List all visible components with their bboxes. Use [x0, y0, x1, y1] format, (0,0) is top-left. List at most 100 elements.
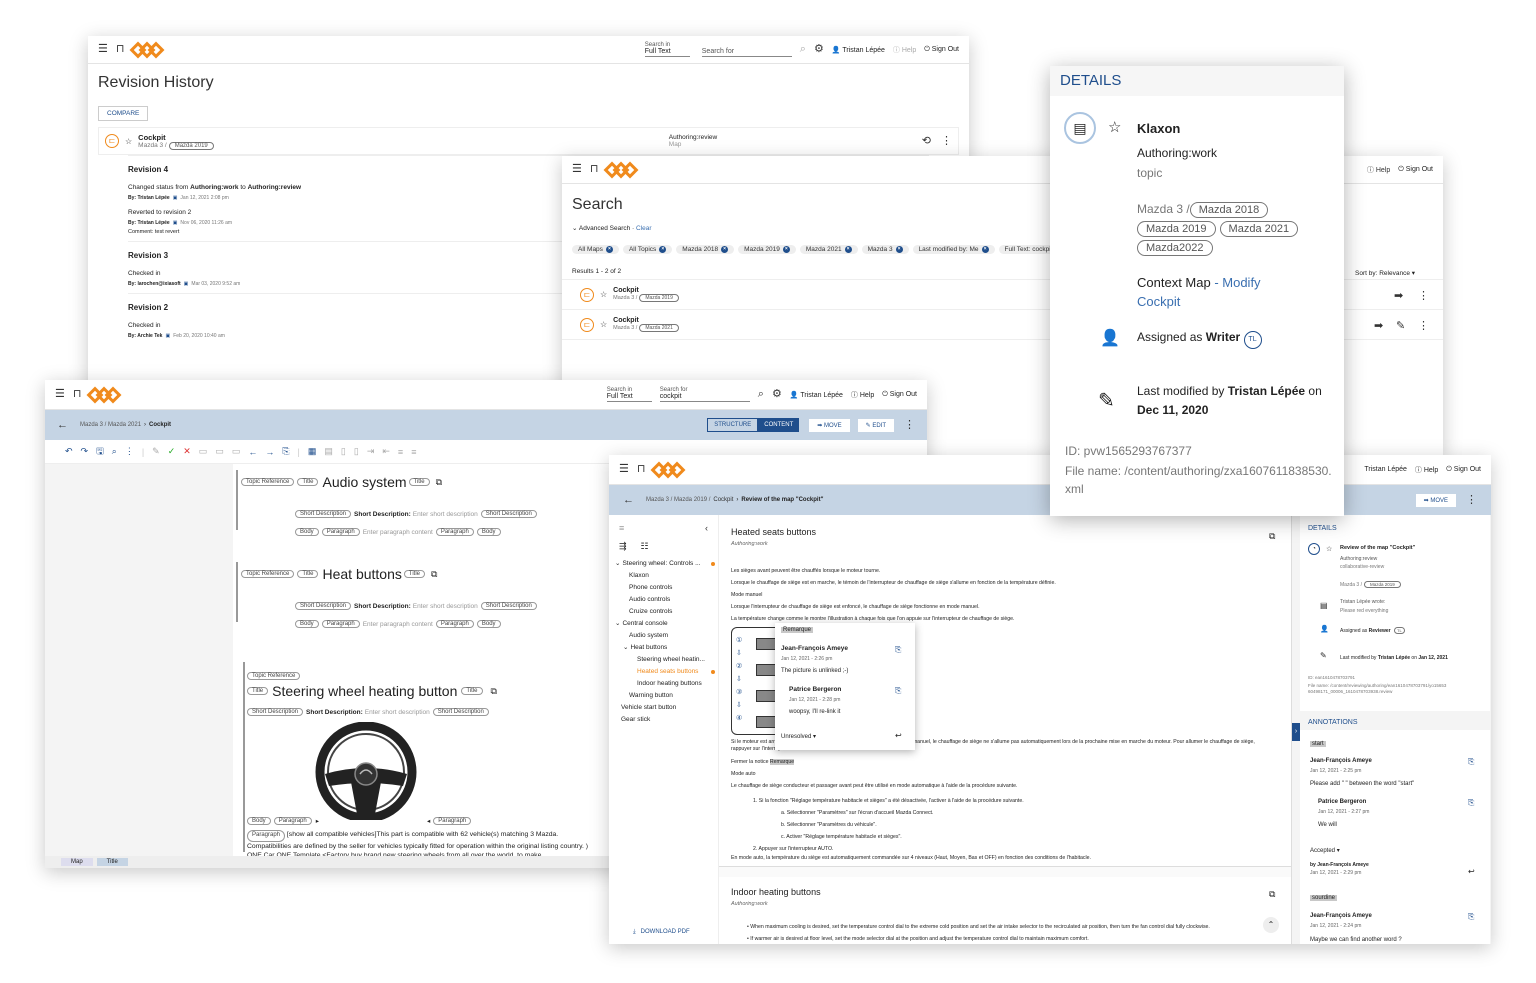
copy-icon[interactable]: ⎘	[895, 686, 901, 696]
clear-link[interactable]: Clear	[636, 225, 652, 232]
version-chip[interactable]: Mazda 2021	[1219, 221, 1299, 237]
search-icon[interactable]: ⌕	[800, 44, 806, 55]
comment-edit-icon[interactable]: ▭	[215, 446, 224, 457]
menu-icon[interactable]: ☰	[98, 44, 108, 55]
comment-list-icon[interactable]: ▭	[232, 446, 241, 457]
more-icon[interactable]: ⋮	[904, 419, 915, 431]
tree-item[interactable]: Steering wheel heatin...	[615, 654, 718, 666]
tree-item[interactable]: Gear stick	[615, 714, 718, 726]
track-icon[interactable]: ✎	[152, 446, 160, 457]
tree-item[interactable]: Vehicle start button	[615, 702, 718, 714]
external-link-icon[interactable]: ⧉	[491, 686, 497, 697]
table-icon[interactable]: ▤	[324, 446, 333, 457]
back-icon[interactable]: ←	[623, 494, 634, 506]
insert-image-icon[interactable]: ▦	[308, 446, 317, 457]
revision-item[interactable]: ⊏ ☆ Cockpit Mazda 3 /Mazda 2019 Authorin…	[98, 127, 959, 155]
chevron-down-icon[interactable]: ⌄	[615, 620, 620, 627]
back-icon[interactable]: ←	[57, 419, 68, 431]
reject-icon[interactable]: ✕	[183, 446, 191, 457]
doc-icon[interactable]: ▯	[341, 446, 346, 457]
tree-icon[interactable]: ☷	[641, 541, 649, 552]
outdent-icon[interactable]: ⇤	[382, 446, 390, 457]
tab-title[interactable]: Title	[96, 858, 128, 866]
arrow-left-icon[interactable]: ←	[248, 447, 257, 457]
history-icon[interactable]: ⟲	[922, 135, 931, 147]
tab-map[interactable]: Map	[61, 858, 93, 866]
bookmark-icon[interactable]: ⊓	[73, 389, 82, 400]
path-chip[interactable]: Mazda 2019	[1363, 581, 1401, 588]
doc2-icon[interactable]: ▯	[354, 446, 359, 457]
remove-chip-icon[interactable]: ×	[844, 246, 852, 253]
remove-chip-icon[interactable]: ×	[895, 246, 903, 253]
menu-icon[interactable]: ☰	[55, 389, 65, 400]
comment-icon[interactable]: ▭	[199, 446, 208, 457]
external-link-icon[interactable]: ⧉	[1269, 889, 1275, 900]
tree-item[interactable]: ⌄ Steering wheel: Controls ...	[615, 558, 718, 570]
para-placeholder[interactable]: Enter paragraph content	[363, 529, 433, 536]
arrow-right-icon[interactable]: →	[265, 447, 274, 457]
more-icon[interactable]: ⋮	[1418, 321, 1429, 332]
filter-chip[interactable]: All Topics ×	[622, 245, 673, 254]
search-icon[interactable]: ⌕	[758, 389, 764, 400]
user-menu[interactable]: 👤 Tristan Lépée	[832, 46, 885, 54]
annotation-tag[interactable]: start	[1310, 741, 1326, 747]
tree-item[interactable]: ⌄ Heat buttons	[615, 642, 718, 654]
help-link[interactable]: ⓘ Help	[1367, 165, 1390, 175]
help-link[interactable]: ⓘ Help	[893, 45, 916, 55]
list-icon[interactable]: ≡	[398, 447, 403, 457]
filter-icon[interactable]: ⚙	[772, 389, 782, 400]
filter-chip[interactable]: Mazda 3 ×	[861, 245, 909, 254]
star-icon[interactable]: ☆	[1108, 118, 1121, 136]
star-icon[interactable]: ☆	[125, 137, 132, 146]
menu-icon[interactable]: ☰	[619, 464, 629, 475]
external-link-icon[interactable]: ⧉	[436, 477, 442, 488]
search-input[interactable]: Search for	[701, 42, 792, 57]
tree-item[interactable]: Phone controls	[615, 582, 718, 594]
save-icon[interactable]: 🖫	[96, 444, 104, 460]
version-chip[interactable]: Mazda 2019	[1137, 221, 1216, 237]
breadcrumb-path[interactable]: Mazda 3 / Mazda 2019 /	[646, 497, 710, 503]
list2-icon[interactable]: ≡	[411, 447, 416, 457]
user-menu[interactable]: Tristan Lépée	[1364, 466, 1407, 473]
more-icon[interactable]: ⋮	[941, 135, 952, 147]
search-icon[interactable]: ⌕	[112, 446, 117, 457]
copy-icon[interactable]: ⎘	[1468, 757, 1474, 767]
panel-toggle-icon[interactable]: ›	[1292, 723, 1300, 741]
section-heading[interactable]: Audio system	[322, 474, 406, 490]
sd-placeholder[interactable]: Enter short description	[365, 709, 430, 716]
more-icon[interactable]: ⋮	[1418, 291, 1429, 302]
user-menu[interactable]: 👤 Tristan Lépée	[790, 391, 843, 399]
compare-button[interactable]: COMPARE	[98, 106, 149, 121]
para-placeholder[interactable]: Enter paragraph content	[363, 621, 433, 628]
structure-toggle[interactable]: STRUCTURE	[707, 418, 759, 432]
tree-item[interactable]: Heated seats buttons	[615, 666, 718, 678]
collapse-icon[interactable]: ‹	[705, 523, 708, 533]
star-icon[interactable]: ☆	[1326, 545, 1332, 553]
star-icon[interactable]: ☆	[600, 320, 607, 329]
compat-paragraph[interactable]: Paragraph [show all compatible vehicles]…	[247, 830, 592, 856]
star-icon[interactable]: ☆	[600, 290, 607, 299]
section-heading[interactable]: Heat buttons	[322, 566, 401, 582]
filter-icon[interactable]: ⚙	[814, 44, 824, 55]
filter-chip[interactable]: Mazda 2021 ×	[799, 245, 858, 254]
menu-icon[interactable]: ☰	[572, 164, 582, 175]
copy-icon[interactable]: ⎘	[895, 645, 901, 655]
breadcrumb-path[interactable]: Mazda 3 / Mazda 2021	[80, 422, 141, 428]
remove-chip-icon[interactable]: ×	[721, 246, 729, 253]
chevron-down-icon[interactable]: ⌄	[623, 644, 628, 651]
version-chip[interactable]: Mazda 2018	[1189, 202, 1269, 218]
reply-icon[interactable]: ↩	[895, 731, 902, 740]
sd-placeholder[interactable]: Enter short description	[413, 511, 478, 518]
signout-link[interactable]: ⏻ Sign Out	[924, 46, 959, 54]
list-icon[interactable]: ≡	[619, 523, 624, 533]
download-pdf[interactable]: ⤓ DOWNLOAD PDF	[633, 929, 690, 936]
move-button[interactable]: ➡ MOVE	[1415, 493, 1456, 507]
tree-item[interactable]: Indoor heating buttons	[615, 678, 718, 690]
filter-chip[interactable]: Mazda 2019 ×	[738, 245, 796, 254]
edit-button[interactable]: ✎ EDIT	[857, 418, 894, 432]
content-toggle[interactable]: CONTENT	[758, 418, 800, 432]
edit-icon[interactable]: ✎	[1396, 321, 1405, 332]
sd-placeholder[interactable]: Enter short description	[413, 603, 478, 610]
tree-item[interactable]: Audio system	[615, 630, 718, 642]
move-button[interactable]: ➡ MOVE	[809, 418, 850, 432]
